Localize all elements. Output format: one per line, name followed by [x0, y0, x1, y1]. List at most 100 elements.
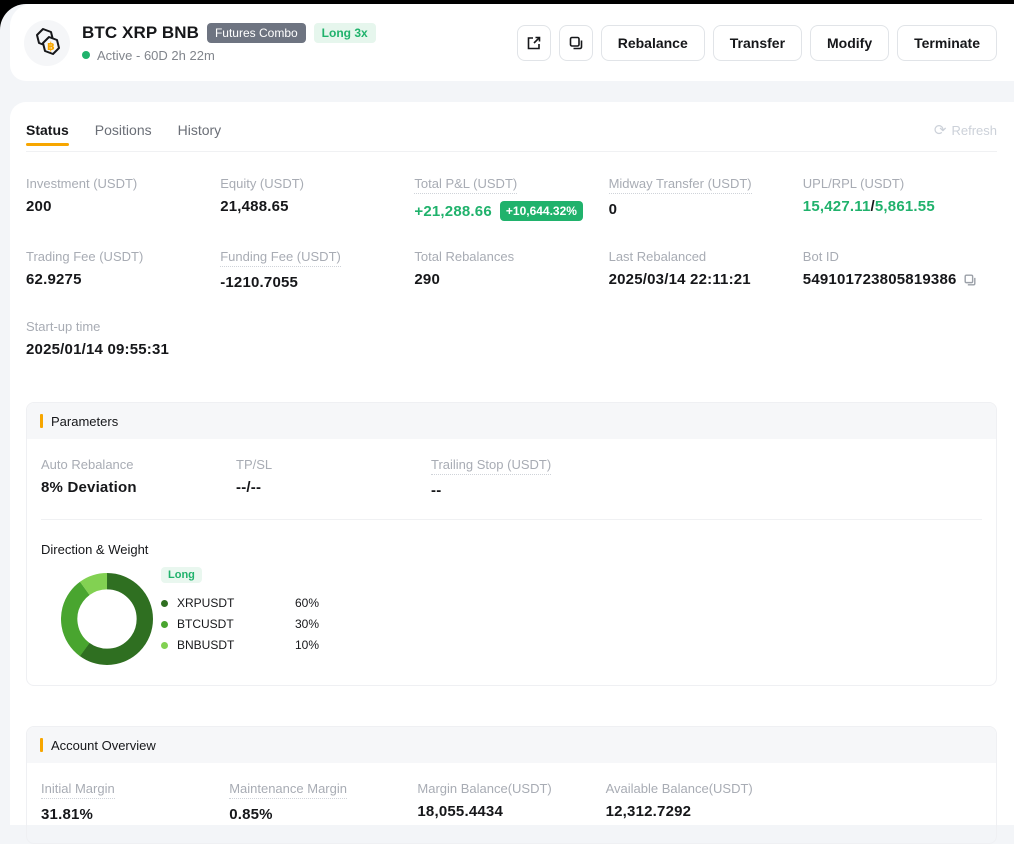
status-dot-icon: [82, 51, 90, 59]
stat-midway-transfer: Midway Transfer (USDT) 0: [609, 176, 803, 221]
legend-percent: 10%: [295, 638, 319, 652]
legend-dot-icon: [161, 642, 168, 649]
legend-row-bnbusdt: BNBUSDT10%: [161, 638, 319, 652]
parameters-section-title: Parameters: [51, 414, 118, 429]
param-value: 8% Deviation: [41, 479, 236, 496]
futures-combo-logo-icon: ฿: [30, 26, 64, 60]
share-button[interactable]: [517, 25, 551, 61]
account-initial-margin: Initial Margin 31.81%: [41, 781, 229, 823]
stat-label: Total Rebalances: [414, 249, 514, 264]
stat-trading-fee: Trading Fee (USDT) 62.9275: [26, 249, 220, 291]
header-actions: Rebalance Transfer Modify Terminate: [517, 25, 997, 61]
stat-value: 290: [414, 271, 608, 288]
pnl-percent-badge: +10,644.32%: [500, 201, 583, 221]
parameters-grid: Auto Rebalance 8% Deviation TP/SL --/-- …: [27, 439, 996, 519]
section-accent-bar: [40, 414, 43, 428]
legend-dot-icon: [161, 600, 168, 607]
direction-weight-legend: Long XRPUSDT60%BTCUSDT30%BNBUSDT10%: [161, 565, 319, 652]
tab-status[interactable]: Status: [26, 122, 69, 148]
stat-label: Equity (USDT): [220, 176, 304, 191]
account-overview-header: Account Overview: [27, 727, 996, 763]
direction-weight-legend-rows: XRPUSDT60%BTCUSDT30%BNBUSDT10%: [161, 596, 319, 652]
transfer-button[interactable]: Transfer: [713, 25, 802, 61]
legend-row-btcusdt: BTCUSDT30%: [161, 617, 319, 631]
parameters-section: Parameters Auto Rebalance 8% Deviation T…: [26, 402, 997, 686]
legend-side-badge: Long: [161, 567, 202, 583]
refresh-label: Refresh: [951, 123, 997, 138]
pnl-value: +21,288.66: [414, 203, 492, 220]
legend-symbol: BNBUSDT: [177, 638, 295, 652]
stat-startup-time: Start-up time 2025/01/14 09:55:31: [26, 319, 220, 358]
status-text: Active - 60D 2h 22m: [97, 48, 215, 63]
account-value: 31.81%: [41, 806, 229, 823]
rpl-value: 5,861.55: [875, 198, 935, 215]
stat-value: 2025/03/14 22:11:21: [609, 271, 803, 288]
upl-value: 15,427.11: [803, 198, 871, 215]
stat-total-pnl: Total P&L (USDT) +21,288.66 +10,644.32%: [414, 176, 608, 221]
bot-header: ฿ BTC XRP BNB Futures Combo Long 3x Acti…: [10, 4, 1014, 81]
bot-detail-card: Status Positions History ⟳ Refresh Inves…: [10, 102, 1014, 825]
stat-funding-fee: Funding Fee (USDT) -1210.7055: [220, 249, 414, 291]
stat-value: 62.9275: [26, 271, 220, 288]
legend-dot-icon: [161, 621, 168, 628]
account-overview-section: Account Overview Initial Margin 31.81% M…: [26, 726, 997, 844]
bot-type-badge: Futures Combo: [207, 23, 306, 43]
copy-bot-button[interactable]: [559, 25, 593, 61]
bot-title-block: BTC XRP BNB Futures Combo Long 3x Active…: [82, 23, 376, 63]
stat-upl-rpl: UPL/RPL (USDT) 15,427.11/5,861.55: [803, 176, 997, 221]
open-in-new-icon: [526, 35, 542, 51]
stat-label: Trading Fee (USDT): [26, 249, 143, 264]
account-label: Available Balance(USDT): [606, 781, 753, 796]
stat-label: UPL/RPL (USDT): [803, 176, 904, 191]
stat-bot-id: Bot ID 549101723805819386: [803, 249, 997, 291]
account-available-balance: Available Balance(USDT) 12,312.7292: [606, 781, 794, 823]
direction-weight-donut: [61, 573, 153, 665]
legend-percent: 30%: [295, 617, 319, 631]
refresh-button[interactable]: ⟳ Refresh: [934, 123, 997, 138]
stat-label: Last Rebalanced: [609, 249, 707, 264]
param-label-tooltip: Trailing Stop (USDT): [431, 457, 551, 475]
bot-identity: ฿ BTC XRP BNB Futures Combo Long 3x Acti…: [24, 20, 376, 66]
bot-detail-page: ฿ BTC XRP BNB Futures Combo Long 3x Acti…: [0, 4, 1014, 844]
stat-label-tooltip: Funding Fee (USDT): [220, 249, 341, 267]
modify-button[interactable]: Modify: [810, 25, 889, 61]
bot-logo: ฿: [24, 20, 70, 66]
stat-value: 0: [609, 201, 803, 218]
param-auto-rebalance: Auto Rebalance 8% Deviation: [41, 457, 236, 499]
param-label: Auto Rebalance: [41, 457, 134, 472]
legend-symbol: BTCUSDT: [177, 617, 295, 631]
stat-equity: Equity (USDT) 21,488.65: [220, 176, 414, 221]
account-margin-balance: Margin Balance(USDT) 18,055.4434: [417, 781, 605, 823]
rebalance-button[interactable]: Rebalance: [601, 25, 705, 61]
account-value: 18,055.4434: [417, 803, 605, 820]
stat-label-tooltip: Total P&L (USDT): [414, 176, 517, 194]
direction-weight-chart: [61, 573, 153, 665]
account-label: Margin Balance(USDT): [417, 781, 551, 796]
stat-value: 21,488.65: [220, 198, 414, 215]
account-label-tooltip: Initial Margin: [41, 781, 115, 799]
legend-percent: 60%: [295, 596, 319, 610]
bot-title: BTC XRP BNB: [82, 23, 199, 43]
stat-label-tooltip: Midway Transfer (USDT): [609, 176, 752, 194]
account-value: 0.85%: [229, 806, 417, 823]
stat-total-rebalances: Total Rebalances 290: [414, 249, 608, 291]
param-value: --: [431, 482, 982, 499]
stat-label: Investment (USDT): [26, 176, 137, 191]
bot-status: Active - 60D 2h 22m: [82, 48, 376, 63]
param-tp-sl: TP/SL --/--: [236, 457, 431, 499]
tab-history[interactable]: History: [178, 122, 222, 148]
tab-positions[interactable]: Positions: [95, 122, 152, 148]
account-value: 12,312.7292: [606, 803, 794, 820]
copy-bot-id-icon[interactable]: [963, 273, 977, 287]
bot-side-leverage-badge: Long 3x: [314, 23, 376, 43]
terminate-button[interactable]: Terminate: [897, 25, 997, 61]
param-trailing-stop: Trailing Stop (USDT) --: [431, 457, 982, 499]
account-label-tooltip: Maintenance Margin: [229, 781, 347, 799]
copy-icon: [568, 35, 584, 51]
stat-investment: Investment (USDT) 200: [26, 176, 220, 221]
tabs-row: Status Positions History ⟳ Refresh: [26, 102, 997, 152]
legend-row-xrpusdt: XRPUSDT60%: [161, 596, 319, 610]
stat-label: Start-up time: [26, 319, 100, 334]
param-value: --/--: [236, 479, 431, 496]
tabs: Status Positions History: [26, 122, 221, 148]
